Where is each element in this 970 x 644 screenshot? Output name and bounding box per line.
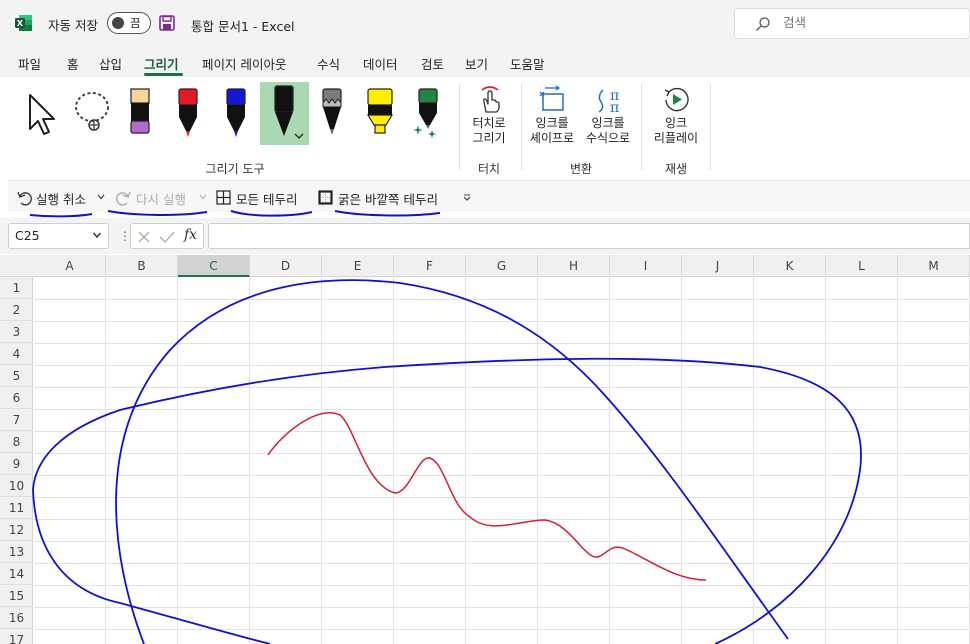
redo-icon <box>116 191 131 206</box>
ink-to-math-icon: π π <box>598 88 619 114</box>
ink-replay-line2: 리플레이 <box>653 131 699 145</box>
ink-replay-button[interactable]: 잉크 리플레이 <box>648 84 704 146</box>
ink-to-math-button[interactable]: π π 잉크를 수식으로 <box>581 84 635 146</box>
formula-buttons: fx <box>130 223 204 249</box>
ink-replay-line1: 잉크 <box>664 116 688 130</box>
svg-text:X: X <box>17 19 24 28</box>
underline-stroke <box>29 213 93 218</box>
menu-bar: 파일 홈 삽입 그리기 페이지 레이아웃 수식 데이터 검토 보기 도움말 <box>0 46 970 77</box>
toggle-knob <box>112 17 124 29</box>
black-pen-icon <box>274 85 304 139</box>
autosave-state: 끔 <box>130 16 141 30</box>
save-icon[interactable] <box>159 15 175 31</box>
ink-to-math-line1: 잉크를 <box>591 116 625 130</box>
replay-icon <box>664 87 689 112</box>
name-box[interactable] <box>8 223 109 249</box>
touch-label-line2: 그리기 <box>472 131 506 145</box>
tab-view[interactable]: 보기 <box>465 54 488 73</box>
convert-group-label: 변환 <box>569 162 593 176</box>
excel-logo-icon: X <box>15 15 32 31</box>
chevron-down-icon[interactable] <box>92 230 102 240</box>
ribbon-divider <box>521 84 522 170</box>
tab-home[interactable]: 홈 <box>67 54 79 73</box>
name-box-input[interactable] <box>15 228 85 243</box>
blue-pen-icon <box>226 88 246 137</box>
spreadsheet-grid: ABCDEFGHIJKLM 1 2 3 4 5 6 7 8 9 10 11 12 13 14 15 16 17 <box>0 255 970 644</box>
pen-blue-tool[interactable] <box>212 83 262 145</box>
tab-file[interactable]: 파일 <box>18 54 41 73</box>
select-tool[interactable] <box>20 83 70 145</box>
search-input[interactable] <box>783 15 953 30</box>
touch-label-line1: 터치로 <box>472 116 506 130</box>
ink-to-shape-line1: 잉크를 <box>535 116 569 130</box>
formula-input[interactable] <box>208 223 970 249</box>
search-box[interactable] <box>734 8 970 39</box>
eraser-tool[interactable] <box>116 83 166 145</box>
pencil-tool[interactable] <box>308 83 358 145</box>
undo-icon <box>17 191 32 206</box>
enter-check-icon[interactable] <box>159 230 175 244</box>
tab-insert[interactable]: 삽입 <box>99 54 122 73</box>
insert-function-button[interactable]: fx <box>184 227 197 243</box>
blue-ink-stroke <box>32 357 862 644</box>
tab-formulas[interactable]: 수식 <box>317 54 340 73</box>
tab-review[interactable]: 검토 <box>421 54 444 73</box>
autosave-label: 자동 저장 <box>48 18 98 33</box>
cancel-icon[interactable] <box>137 230 151 244</box>
customize-qat-icon[interactable] <box>463 194 471 201</box>
underline-stroke <box>334 210 441 217</box>
tab-data[interactable]: 데이터 <box>363 54 398 73</box>
ink-to-shape-button[interactable]: 잉크를 셰이프로 <box>526 84 578 146</box>
pointer-arrow-icon <box>29 94 55 135</box>
action-pen-icon <box>413 88 438 138</box>
underline-stroke <box>107 210 208 216</box>
annotation-underlines <box>29 210 441 218</box>
touch-group-label: 터치 <box>477 162 501 176</box>
svg-text:π: π <box>610 100 619 114</box>
chevron-down-icon[interactable] <box>97 194 105 200</box>
pencil-icon <box>322 88 342 135</box>
highlighter-icon <box>366 88 394 134</box>
eraser-icon <box>130 88 150 134</box>
chevron-down-icon[interactable] <box>199 194 207 200</box>
ribbon-divider <box>459 84 460 170</box>
ink-to-shape-icon <box>539 85 564 111</box>
pen-black-tool[interactable] <box>260 82 309 145</box>
ink-to-math-line2: 수식으로 <box>585 131 631 145</box>
ribbon-divider <box>710 84 711 170</box>
ink-to-shape-line2: 셰이프로 <box>529 131 575 145</box>
title-bar: X 자동 저장 끔 통합 문서1 - Excel <box>0 0 970 46</box>
tab-help[interactable]: 도움말 <box>510 54 545 73</box>
ribbon-divider <box>641 84 642 170</box>
replay-group-label: 재생 <box>664 162 688 176</box>
touch-hand-icon <box>481 86 500 113</box>
action-pen-tool[interactable] <box>404 83 454 145</box>
thick-box-border-icon <box>318 190 333 205</box>
lasso-icon <box>75 92 109 131</box>
tab-draw[interactable]: 그리기 <box>144 54 179 73</box>
lasso-select-tool[interactable] <box>68 83 118 145</box>
highlighter-tool[interactable] <box>356 83 406 145</box>
active-tab-indicator <box>144 73 183 76</box>
tab-page-layout[interactable]: 페이지 레이아웃 <box>202 54 286 73</box>
ribbon: 그리기 도구 터치로 그리기 터치 잉크를 셰이프로 π π 잉크를 수식으로 … <box>8 78 970 180</box>
red-pen-icon <box>178 88 198 137</box>
search-icon <box>756 17 770 31</box>
all-borders-icon <box>216 190 231 205</box>
draw-tools-group-label: 그리기 도구 <box>205 162 265 176</box>
underline-stroke <box>230 210 313 217</box>
pen-red-tool[interactable] <box>164 83 214 145</box>
autosave-toggle[interactable]: 끔 <box>107 12 151 34</box>
draw-with-touch-button[interactable]: 터치로 그리기 <box>466 84 512 146</box>
ink-overlay <box>32 279 862 644</box>
document-title: 통합 문서1 - Excel <box>191 19 295 34</box>
blue-ink-stroke <box>115 279 789 644</box>
